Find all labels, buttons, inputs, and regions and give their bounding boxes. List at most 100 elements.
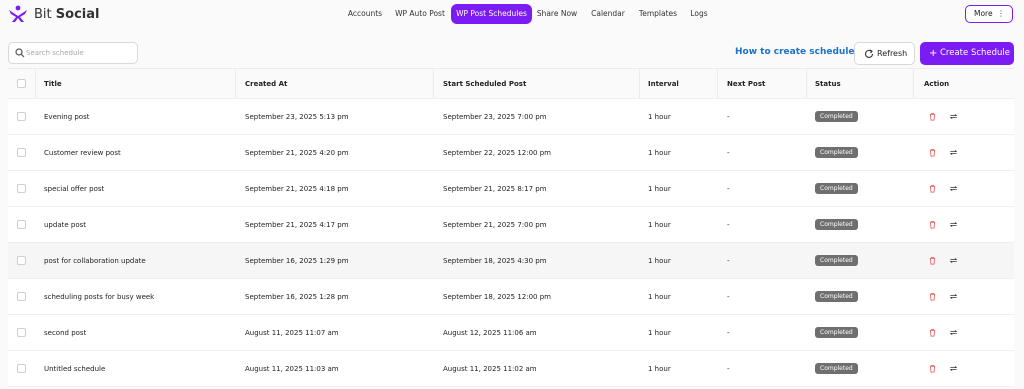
cell-status: Completed: [815, 171, 858, 206]
row-checkbox[interactable]: [17, 171, 26, 206]
table-row[interactable]: update post September 21, 2025 4:17 pm Sep…: [8, 207, 1014, 243]
cell-next-post: -: [727, 184, 730, 193]
table-row[interactable]: scheduling posts for busy week September …: [8, 279, 1014, 315]
logo[interactable]: Bit Social: [8, 4, 99, 24]
column-header-created-at[interactable]: Created At: [245, 69, 287, 98]
cell-start-scheduled-post: September 21, 2025 8:17 pm: [443, 184, 547, 193]
column-header-start-scheduled-post[interactable]: Start Scheduled Post: [443, 69, 526, 98]
checkbox-box: [17, 220, 26, 229]
cell-created-at: September 21, 2025 4:18 pm: [245, 184, 349, 193]
checkbox-box: [17, 184, 26, 193]
cell-interval: 1 hour: [648, 364, 671, 373]
row-checkbox[interactable]: [17, 243, 26, 278]
cell-action: [928, 171, 958, 206]
nav-item-share-now[interactable]: Share Now: [535, 4, 579, 24]
cell-created-at: September 16, 2025 1:29 pm: [245, 256, 349, 265]
trash-icon[interactable]: [928, 184, 937, 193]
trash-icon[interactable]: [928, 328, 937, 337]
cell-title: second post: [44, 328, 87, 337]
repeat-icon[interactable]: [949, 112, 958, 121]
cell-created-at: September 21, 2025 4:20 pm: [245, 148, 349, 157]
create-schedule-button[interactable]: + Create Schedule: [920, 42, 1014, 65]
column-header-next-post[interactable]: Next Post: [727, 69, 765, 98]
search-box[interactable]: [8, 42, 138, 64]
nav-item-templates[interactable]: Templates: [635, 4, 681, 24]
repeat-icon[interactable]: [949, 220, 958, 229]
trash-icon[interactable]: [928, 112, 937, 121]
row-checkbox[interactable]: [17, 279, 26, 314]
column-header-action: Action: [924, 79, 950, 88]
cell-created-at: August 11, 2025 11:07 am: [245, 328, 339, 337]
refresh-label: Refresh: [877, 49, 908, 58]
cell-created-at: August 11, 2025 11:03 am: [245, 364, 339, 373]
cell-start-scheduled-post: September 23, 2025 7:00 pm: [443, 112, 547, 121]
table-row[interactable]: second post August 11, 2025 11:07 am Augus…: [8, 315, 1014, 351]
nav-item-logs[interactable]: Logs: [686, 4, 712, 24]
select-all-checkbox[interactable]: [17, 69, 26, 98]
trash-icon[interactable]: [928, 256, 937, 265]
status-badge: Completed: [815, 147, 858, 158]
search-icon: [15, 48, 25, 58]
table-row[interactable]: post for collaboration update September 1…: [8, 243, 1014, 279]
nav-item-calendar[interactable]: Calendar: [588, 4, 628, 24]
cell-interval: 1 hour: [648, 256, 671, 265]
bit-social-logo-icon: [9, 5, 27, 22]
cell-title: post for collaboration update: [44, 256, 146, 265]
status-badge: Completed: [815, 291, 858, 302]
cell-title: Untitled schedule: [44, 364, 106, 373]
row-checkbox[interactable]: [17, 99, 26, 134]
repeat-icon[interactable]: [949, 328, 958, 337]
cell-action: [928, 207, 958, 242]
table-header: Title Created At Start Scheduled Post In…: [8, 69, 1014, 99]
cell-status: Completed: [815, 279, 858, 314]
brand-part-2: Social: [55, 6, 100, 22]
more-button[interactable]: More ⋮: [965, 5, 1013, 23]
cell-status: Completed: [815, 207, 858, 242]
repeat-icon[interactable]: [949, 148, 958, 157]
repeat-icon[interactable]: [949, 292, 958, 301]
cell-start-scheduled-post: September 21, 2025 7:00 pm: [443, 220, 547, 229]
row-checkbox[interactable]: [17, 315, 26, 350]
repeat-icon[interactable]: [949, 184, 958, 193]
cell-title: Customer review post: [44, 148, 121, 157]
refresh-button[interactable]: Refresh: [854, 42, 915, 65]
cell-action: [928, 99, 958, 134]
search-input[interactable]: [26, 45, 134, 61]
repeat-icon[interactable]: [949, 256, 958, 265]
nav-item-wp-post-schedules[interactable]: WP Post Schedules: [451, 4, 532, 24]
cell-start-scheduled-post: September 18, 2025 12:00 pm: [443, 292, 551, 301]
row-checkbox[interactable]: [17, 207, 26, 242]
status-badge: Completed: [815, 363, 858, 374]
status-badge: Completed: [815, 255, 858, 266]
cell-action: [928, 351, 958, 386]
trash-icon[interactable]: [928, 220, 937, 229]
row-checkbox[interactable]: [17, 351, 26, 386]
trash-icon[interactable]: [928, 364, 937, 373]
repeat-icon[interactable]: [949, 364, 958, 373]
column-header-interval[interactable]: Interval: [648, 69, 679, 98]
nav-item-wp-auto-post[interactable]: WP Auto Post: [392, 4, 448, 24]
cell-interval: 1 hour: [648, 184, 671, 193]
cell-next-post: -: [727, 292, 730, 301]
cell-title: scheduling posts for busy week: [44, 292, 155, 301]
cell-next-post: -: [727, 112, 730, 121]
brand-name: Bit Social: [34, 7, 99, 22]
cell-start-scheduled-post: August 12, 2025 11:06 am: [443, 328, 537, 337]
table-row[interactable]: Evening post September 23, 2025 5:13 pm Se…: [8, 99, 1014, 135]
checkbox-box: [17, 292, 26, 301]
cell-action: [928, 315, 958, 350]
row-checkbox[interactable]: [17, 135, 26, 170]
trash-icon[interactable]: [928, 292, 937, 301]
table-row[interactable]: Untitled schedule August 11, 2025 11:03 a…: [8, 351, 1014, 387]
nav-item-accounts[interactable]: Accounts: [342, 4, 388, 24]
column-header-status[interactable]: Status: [815, 69, 841, 98]
column-header-title[interactable]: Title: [44, 69, 62, 98]
how-to-create-schedule-link[interactable]: How to create schedule↗: [735, 47, 863, 57]
checkbox-box: [17, 256, 26, 265]
cell-start-scheduled-post: August 11, 2025 11:02 am: [443, 364, 537, 373]
table-row[interactable]: special offer post September 21, 2025 4:1…: [8, 171, 1014, 207]
status-badge: Completed: [815, 327, 858, 338]
table-row[interactable]: Customer review post September 21, 2025 4…: [8, 135, 1014, 171]
status-badge: Completed: [815, 183, 858, 194]
trash-icon[interactable]: [928, 148, 937, 157]
